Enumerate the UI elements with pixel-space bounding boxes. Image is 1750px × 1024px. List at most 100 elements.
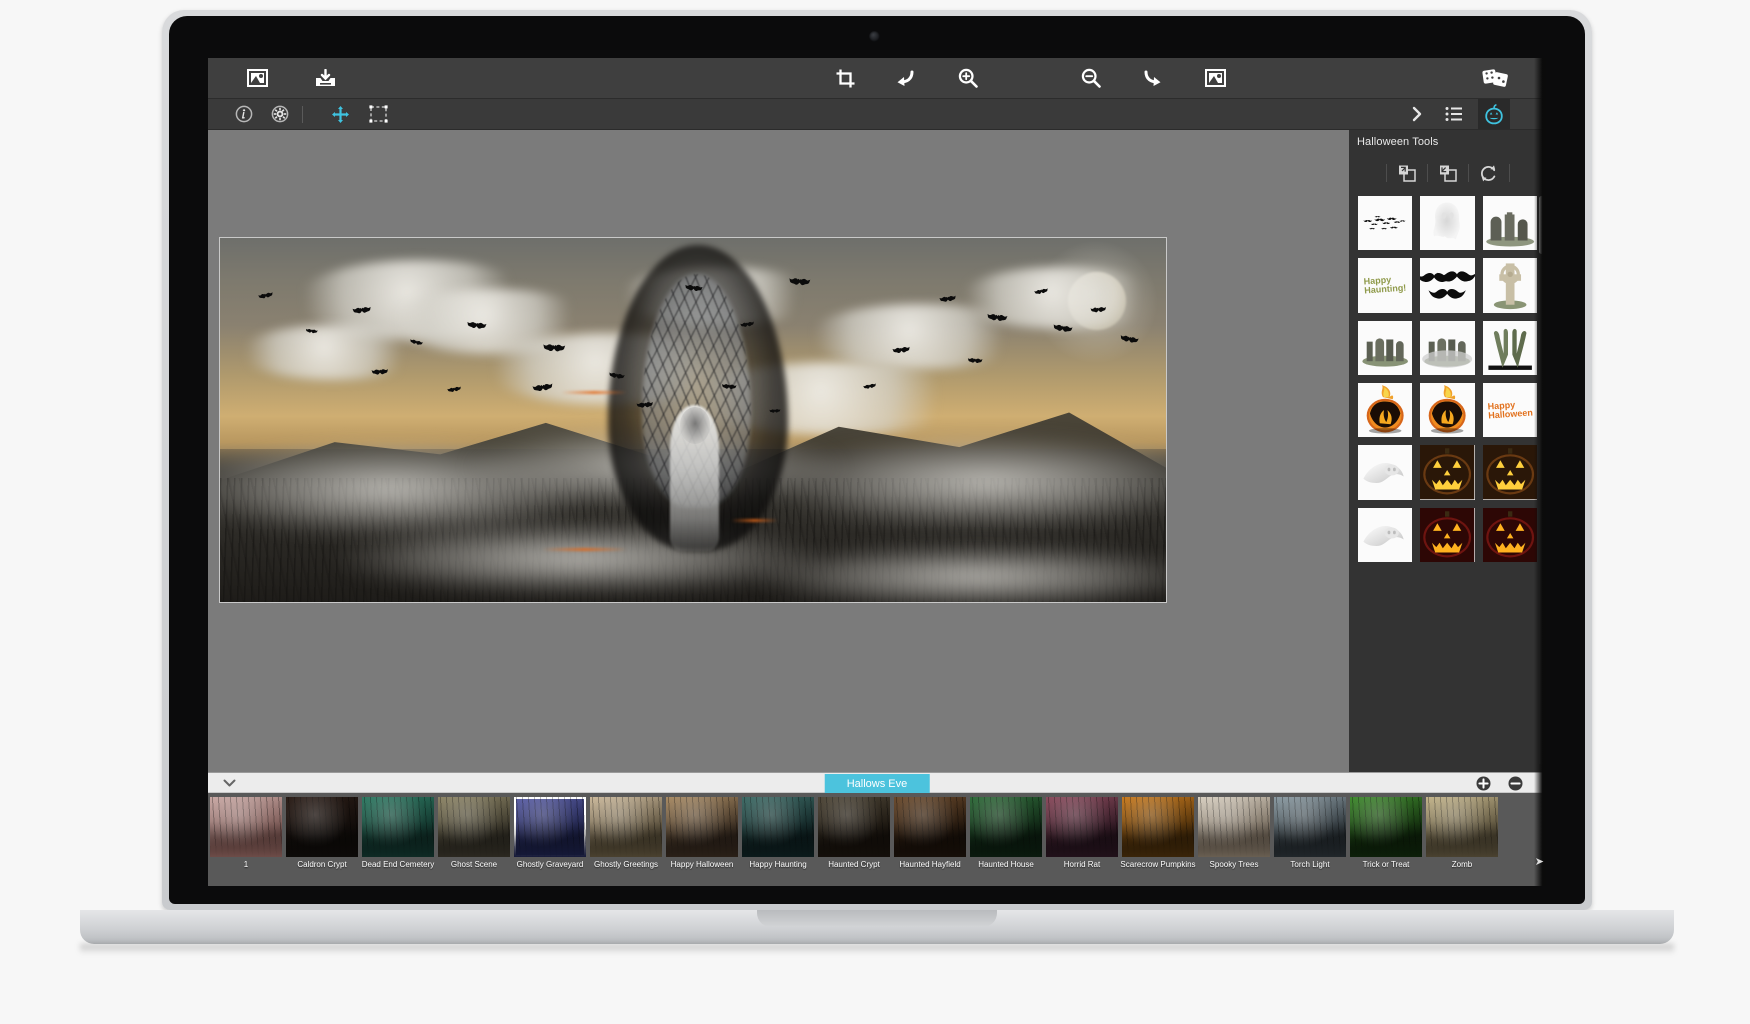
template-ghostly-graveyard[interactable]: Ghostly Graveyard: [512, 797, 588, 869]
sticker-smoke-ghost-a[interactable]: [1358, 445, 1413, 500]
template-1[interactable]: 1: [208, 797, 284, 869]
smoke-ghost-art: [1363, 463, 1404, 484]
halloween-tab[interactable]: [1478, 99, 1510, 129]
sticker-celtic-cross[interactable]: [1482, 258, 1537, 313]
info-button[interactable]: [230, 102, 258, 126]
jack-o-lantern-art: [1420, 507, 1475, 562]
sticker-happy-haunting[interactable]: Happy Haunting!: [1358, 258, 1413, 313]
sticker-jack-o-lantern-a[interactable]: [1420, 445, 1475, 500]
gear-circle-icon: [271, 105, 289, 123]
template-trick-or-treat[interactable]: Trick or Treat: [1348, 797, 1424, 869]
set-name-badge[interactable]: Hallows Eve: [824, 774, 930, 793]
template-thumbnail[interactable]: [1198, 797, 1270, 857]
template-happy-haunting[interactable]: Happy Haunting: [740, 797, 816, 869]
filmstrip-next-icon[interactable]: ➤: [1535, 855, 1544, 868]
template-label: Torch Light: [1290, 860, 1330, 869]
template-ghostly-greetings[interactable]: Ghostly Greetings: [588, 797, 664, 869]
settings-button[interactable]: [266, 102, 294, 126]
template-thumbnail[interactable]: [1046, 797, 1118, 857]
undo-button[interactable]: [888, 63, 922, 93]
template-thumbnail[interactable]: [970, 797, 1042, 857]
template-thumbnail[interactable]: [514, 797, 586, 857]
sticker-flaming-pumpkin-b[interactable]: [1420, 382, 1475, 438]
reset-rotate-button[interactable]: [1469, 159, 1509, 187]
sticker-jack-o-lantern-b[interactable]: [1482, 445, 1537, 500]
sticker-graveyard-a[interactable]: [1358, 320, 1413, 375]
fog: [333, 521, 826, 595]
image-frame-icon: [1204, 69, 1226, 87]
sticker-bat-flock[interactable]: [1358, 196, 1413, 251]
template-happy-halloween[interactable]: Happy Halloween: [664, 797, 740, 869]
template-label: Ghost Scene: [450, 860, 498, 869]
template-haunted-house[interactable]: Haunted House: [968, 797, 1044, 869]
template-thumbnail[interactable]: [818, 797, 890, 857]
template-thumbnail[interactable]: [362, 797, 434, 857]
sticker-three-bats[interactable]: [1420, 258, 1475, 313]
sticker-tombstones[interactable]: [1482, 196, 1537, 251]
template-filmstrip[interactable]: 1 Caldron Crypt Dead End Cemetery Ghost Sce…: [208, 793, 1546, 886]
main-toolbar: [208, 58, 1546, 99]
template-thumbnail[interactable]: [742, 797, 814, 857]
save-image-button[interactable]: [308, 63, 342, 93]
sticker-smoke-ghost-b[interactable]: [1358, 507, 1413, 562]
template-label: Haunted Crypt: [828, 860, 880, 869]
template-thumbnail[interactable]: [1122, 797, 1194, 857]
ghost-hood: [679, 407, 711, 444]
webcam-icon: [869, 31, 880, 42]
select-tool-button[interactable]: [364, 102, 392, 126]
template-dead-end-cemetery[interactable]: Dead End Cemetery: [360, 797, 436, 869]
template-thumbnail[interactable]: [590, 797, 662, 857]
template-label: Haunted House: [978, 860, 1034, 869]
sticker-evil-pumpkin-b[interactable]: [1482, 507, 1537, 562]
artboard[interactable]: [219, 237, 1167, 603]
template-ghost-scene[interactable]: Ghost Scene: [436, 797, 512, 869]
zoom-in-button[interactable]: [951, 63, 985, 93]
template-zombie[interactable]: Zomb: [1424, 797, 1500, 869]
template-thumbnail[interactable]: [286, 797, 358, 857]
template-scarecrow-pumpkins[interactable]: Scarecrow Pumpkins: [1120, 797, 1196, 869]
pumpkin-icon: [1485, 103, 1503, 124]
sticker-grid[interactable]: Happy Haunting! Happy Halloween: [1358, 196, 1537, 764]
template-thumbnail[interactable]: [666, 797, 738, 857]
thumbnail-smaller-button[interactable]: [1504, 773, 1526, 794]
template-thumbnail[interactable]: [1350, 797, 1422, 857]
template-thumbnail[interactable]: [1426, 797, 1498, 857]
sticker-flaming-pumpkin-a[interactable]: [1358, 382, 1413, 438]
template-thumbnail[interactable]: [894, 797, 966, 857]
template-haunted-hayfield[interactable]: Haunted Hayfield: [892, 797, 968, 869]
randomize-button[interactable]: [1476, 63, 1516, 93]
template-torch-light[interactable]: Torch Light: [1272, 797, 1348, 869]
sticker-graveyard-b[interactable]: [1420, 320, 1475, 375]
move-tool-button[interactable]: [326, 102, 354, 126]
sticker-zombie-hands[interactable]: [1482, 320, 1537, 375]
canvas-workspace[interactable]: [208, 130, 1349, 772]
template-label: Scarecrow Pumpkins: [1120, 860, 1196, 869]
fit-image-button[interactable]: [1198, 63, 1232, 93]
template-label: Dead End Cemetery: [361, 860, 435, 869]
zoom-out-button[interactable]: [1074, 63, 1108, 93]
tombstones-art: [1485, 212, 1534, 247]
template-thumbnail[interactable]: [438, 797, 510, 857]
expand-panel-button[interactable]: [1403, 102, 1431, 126]
redo-button[interactable]: [1136, 63, 1170, 93]
sticker-happy-halloween[interactable]: Happy Halloween: [1482, 382, 1537, 438]
divider: [1508, 164, 1510, 182]
template-haunted-crypt[interactable]: Haunted Crypt: [816, 797, 892, 869]
template-thumbnail[interactable]: [1274, 797, 1346, 857]
collapse-filmstrip-button[interactable]: [218, 773, 240, 794]
template-horrid-rat[interactable]: Horrid Rat: [1044, 797, 1120, 869]
send-backward-button[interactable]: [1428, 159, 1468, 187]
crop-button[interactable]: [828, 63, 862, 93]
template-spooky-trees[interactable]: Spooky Trees: [1196, 797, 1272, 869]
layers-list-button[interactable]: [1440, 102, 1468, 126]
thumbnail-larger-button[interactable]: [1472, 773, 1494, 794]
bring-forward-button[interactable]: [1387, 159, 1427, 187]
sticker-evil-pumpkin-a[interactable]: [1420, 507, 1475, 562]
template-caldron-crypt[interactable]: Caldron Crypt: [284, 797, 360, 869]
bat-icon: [769, 409, 781, 413]
template-thumbnail[interactable]: [210, 797, 282, 857]
open-image-button[interactable]: [240, 63, 274, 93]
sticker-ghost-sheet[interactable]: [1420, 196, 1475, 251]
save-tray-icon: [315, 68, 335, 86]
template-label: Caldron Crypt: [297, 860, 347, 869]
